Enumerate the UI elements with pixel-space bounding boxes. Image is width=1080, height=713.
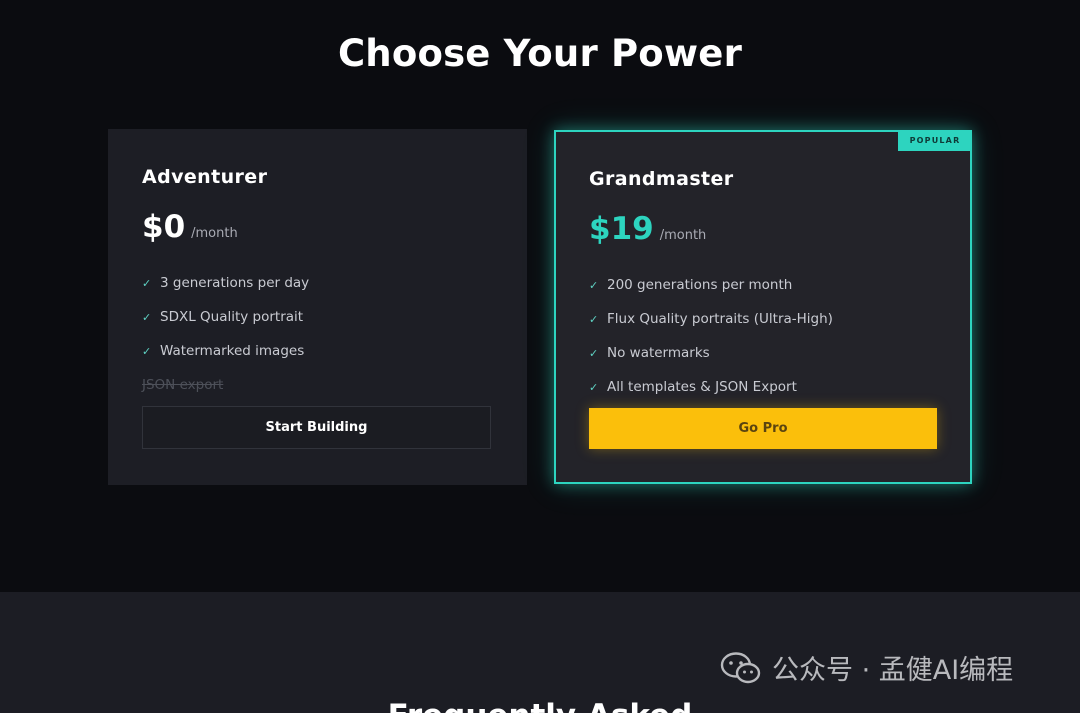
feature-item: ✓ 200 generations per month bbox=[589, 268, 833, 302]
feature-item: ✓ 3 generations per day bbox=[142, 266, 309, 300]
price-period: /month bbox=[191, 226, 238, 241]
watermark: 公众号 · 孟健AI编程 bbox=[720, 648, 1013, 687]
faq-section: 公众号 · 孟健AI编程 Frequently Asked bbox=[0, 592, 1080, 713]
price-row: $19 /month bbox=[589, 211, 706, 247]
feature-item: ✓ SDXL Quality portrait bbox=[142, 300, 309, 334]
feature-label: Watermarked images bbox=[160, 343, 305, 359]
plan-card-adventurer: Adventurer $0 /month ✓ 3 generations per… bbox=[108, 129, 527, 485]
check-icon: ✓ bbox=[142, 344, 152, 358]
page: Choose Your Power Adventurer $0 /month ✓… bbox=[0, 0, 1080, 713]
check-icon: ✓ bbox=[589, 278, 599, 292]
popular-badge: POPULAR bbox=[898, 130, 972, 151]
feature-label: Flux Quality portraits (Ultra-High) bbox=[607, 311, 833, 327]
feature-item: ✓ Watermarked images bbox=[142, 334, 309, 368]
check-icon: ✓ bbox=[589, 312, 599, 326]
pricing-section: Choose Your Power Adventurer $0 /month ✓… bbox=[0, 0, 1080, 592]
check-icon: ✓ bbox=[142, 276, 152, 290]
plan-price: $0 bbox=[142, 209, 186, 245]
page-title: Choose Your Power bbox=[337, 32, 743, 75]
feature-item-disabled: JSON export bbox=[142, 368, 309, 402]
start-building-button[interactable]: Start Building bbox=[142, 406, 491, 449]
plan-name: Adventurer bbox=[142, 166, 268, 188]
feature-label: JSON export bbox=[142, 377, 224, 393]
watermark-text: 公众号 · 孟健AI编程 bbox=[772, 655, 1014, 686]
faq-title: Frequently Asked bbox=[0, 698, 1080, 713]
plan-card-grandmaster: POPULAR Grandmaster $19 /month ✓ 200 gen… bbox=[554, 130, 972, 484]
feature-label: All templates & JSON Export bbox=[607, 379, 797, 395]
check-icon: ✓ bbox=[589, 380, 599, 394]
plan-price: $19 bbox=[589, 211, 654, 247]
price-row: $0 /month bbox=[142, 209, 238, 245]
go-pro-button[interactable]: Go Pro bbox=[589, 408, 937, 449]
price-period: /month bbox=[659, 228, 707, 243]
feature-list: ✓ 3 generations per day ✓ SDXL Quality p… bbox=[142, 266, 309, 402]
wechat-icon bbox=[720, 651, 762, 685]
feature-label: SDXL Quality portrait bbox=[160, 309, 304, 325]
check-icon: ✓ bbox=[589, 346, 599, 360]
feature-label: 3 generations per day bbox=[160, 275, 310, 291]
feature-list: ✓ 200 generations per month ✓ Flux Quali… bbox=[589, 268, 833, 404]
feature-item: ✓ No watermarks bbox=[589, 336, 833, 370]
check-icon: ✓ bbox=[142, 310, 152, 324]
feature-label: No watermarks bbox=[607, 345, 710, 361]
feature-item: ✓ All templates & JSON Export bbox=[589, 370, 833, 404]
feature-item: ✓ Flux Quality portraits (Ultra-High) bbox=[589, 302, 833, 336]
feature-label: 200 generations per month bbox=[607, 277, 793, 293]
plan-name: Grandmaster bbox=[589, 168, 734, 190]
